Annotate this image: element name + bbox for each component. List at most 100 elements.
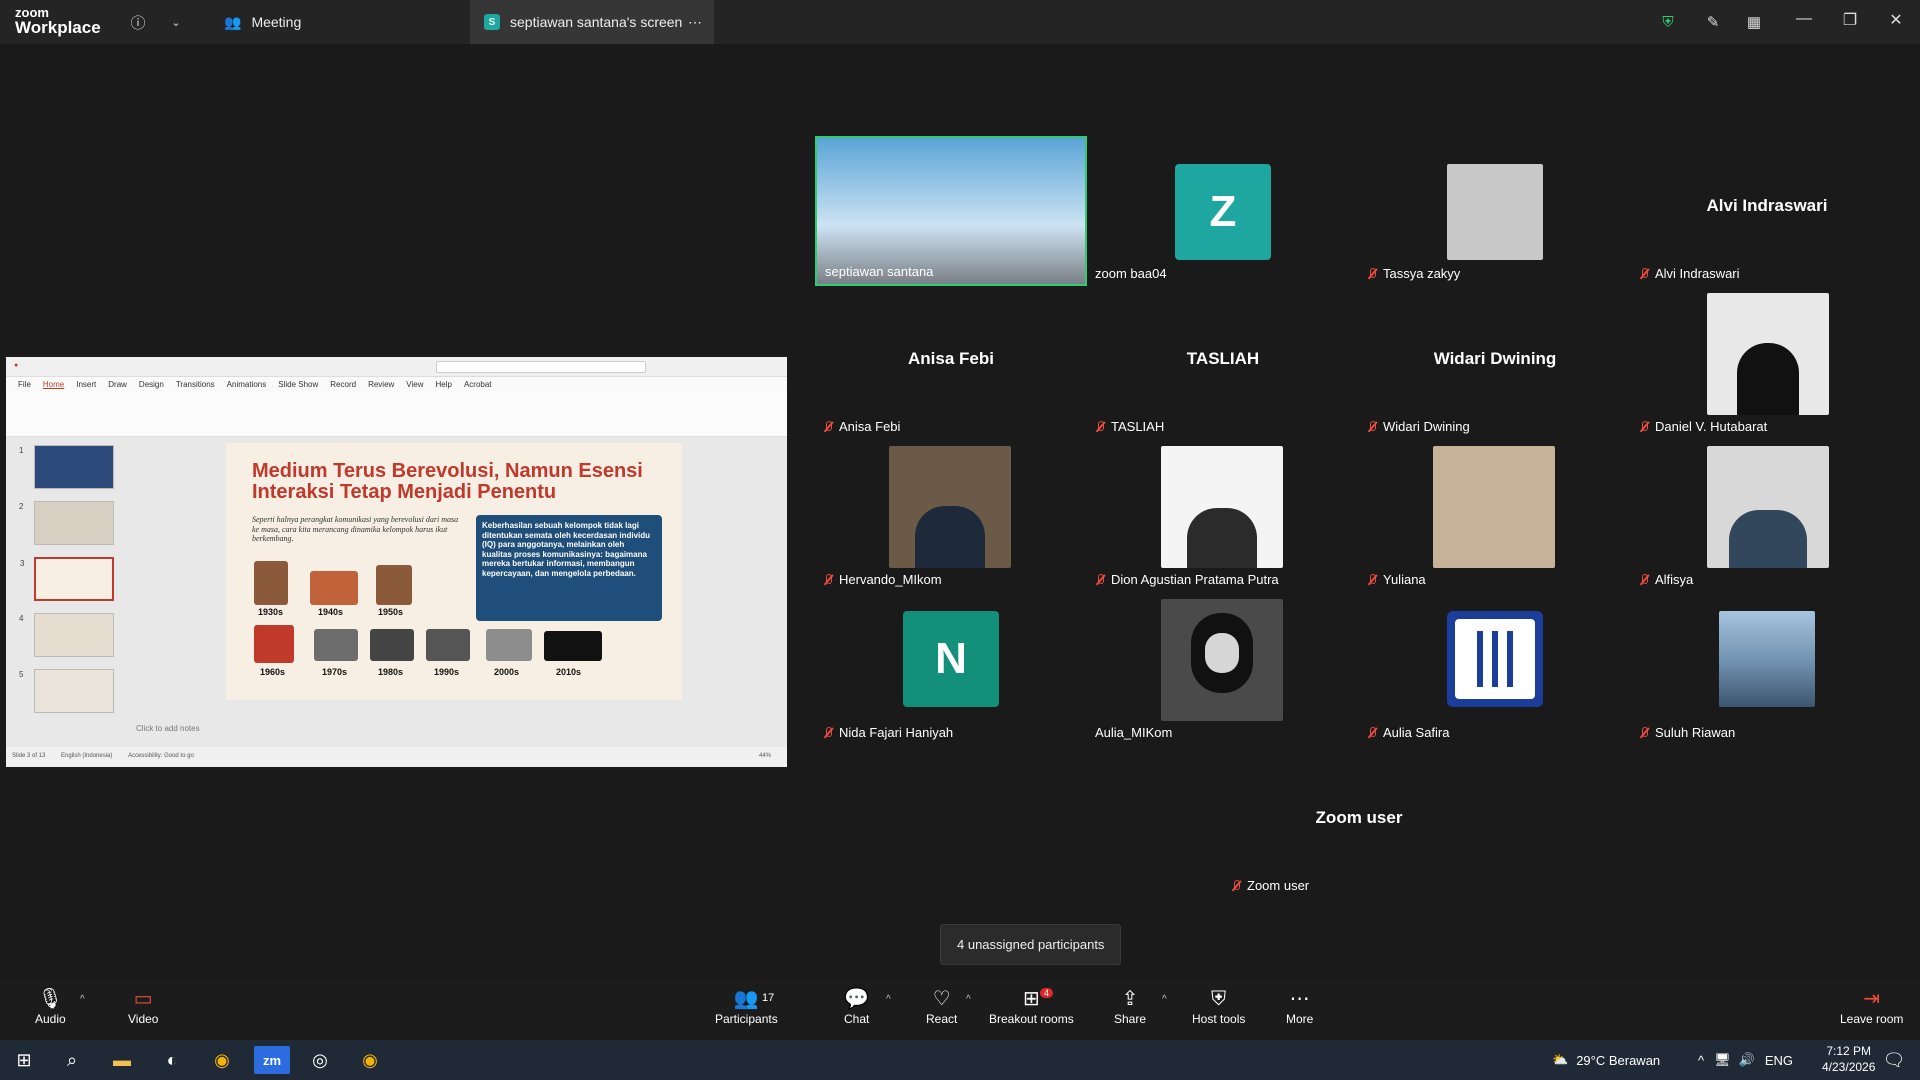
weather-widget[interactable]: ⛅ 29°C Berawan [1552, 1040, 1660, 1080]
tab-shared-screen[interactable]: S septiawan santana's screen ⋯ [470, 0, 714, 44]
menu-insert[interactable]: Insert [76, 380, 96, 389]
breakout-rooms-label: Breakout rooms [989, 1012, 1074, 1026]
close-icon[interactable]: ✕ [1884, 10, 1908, 34]
volume-icon[interactable]: 🔊 [1739, 1052, 1755, 1068]
tray-chevron-icon[interactable]: ^ [1698, 1053, 1704, 1068]
participant-tile[interactable]: Widari Dwining Widari Dwining [1359, 289, 1631, 439]
chat-button[interactable]: 💬 Chat [844, 986, 869, 1026]
participant-tile[interactable]: Z zoom baa04 [1087, 136, 1359, 286]
file-explorer-icon[interactable]: ▬ [108, 1046, 136, 1074]
host-tools-button[interactable]: ⛨ Host tools [1192, 986, 1245, 1026]
decade-label: 1970s [322, 667, 348, 677]
current-slide[interactable]: Medium Terus Berevolusi, Namun Esensi In… [226, 443, 682, 700]
ppt-ribbon [6, 391, 787, 437]
shield-icon[interactable]: ⛨ [1656, 10, 1680, 34]
menu-draw[interactable]: Draw [108, 380, 127, 389]
notifications-icon[interactable]: 🗨 [1880, 1046, 1908, 1074]
menu-help[interactable]: Help [436, 380, 452, 389]
participant-display-name: TASLIAH [1186, 349, 1260, 368]
chat-label: Chat [844, 1012, 870, 1026]
muted-mic-icon [1367, 267, 1377, 280]
participant-tile[interactable]: Aulia_MIKom [1087, 595, 1359, 745]
muted-mic-icon [1639, 726, 1649, 739]
chrome-icon[interactable]: ◉ [208, 1046, 236, 1074]
slide-thumb[interactable]: 4 [19, 613, 114, 657]
search-icon[interactable]: ⌕ [58, 1046, 86, 1074]
audio-button[interactable]: 🎙 Audio [35, 986, 66, 1026]
chevron-down-icon[interactable]: ⌄ [164, 10, 188, 34]
share-options-caret-icon[interactable]: ^ [1162, 994, 1167, 1005]
participant-tile[interactable]: septiawan santana [815, 136, 1087, 286]
more-options-icon[interactable]: ⋯ [688, 14, 702, 31]
muted-mic-icon [1639, 267, 1649, 280]
slide-thumb[interactable]: 2 [19, 501, 114, 545]
participant-tile[interactable]: Zoom user Zoom user [1223, 748, 1495, 898]
menu-animations[interactable]: Animations [227, 380, 267, 389]
participant-tile[interactable]: TASLIAH TASLIAH [1087, 289, 1359, 439]
people-icon: 👥 [224, 13, 242, 30]
share-button[interactable]: ⇪ Share [1114, 986, 1146, 1026]
language-indicator[interactable]: ENG [1765, 1053, 1793, 1068]
chrome-active-icon[interactable]: ◉ [356, 1046, 384, 1074]
menu-acrobat[interactable]: Acrobat [464, 380, 492, 389]
participants-label: Participants [715, 1012, 778, 1026]
participant-tile[interactable]: Daniel V. Hutabarat [1631, 289, 1903, 439]
participant-tile[interactable]: Alfisya [1631, 442, 1903, 592]
participant-photo [1161, 446, 1283, 568]
slide-thumb[interactable]: 5 [19, 669, 114, 713]
menu-file[interactable]: File [18, 380, 31, 389]
menu-slide-show[interactable]: Slide Show [278, 380, 318, 389]
participant-tile[interactable]: N Nida Fajari Haniyah [815, 595, 1087, 745]
clock[interactable]: 7:12 PM 4/23/2026 [1822, 1040, 1875, 1080]
leave-room-button[interactable]: ⇥ Leave room [1840, 986, 1903, 1026]
share-screen-icon: ⇪ [1121, 988, 1139, 1010]
chat-options-caret-icon[interactable]: ^ [886, 994, 891, 1005]
menu-review[interactable]: Review [368, 380, 394, 389]
audio-options-caret-icon[interactable]: ^ [80, 994, 85, 1005]
notes-placeholder[interactable]: Click to add notes [136, 724, 200, 733]
system-tray[interactable]: ^ 🖥 🔊 ENG [1698, 1040, 1793, 1080]
menu-home[interactable]: Home [43, 380, 64, 389]
participant-avatar: Z [1175, 164, 1271, 260]
info-icon[interactable]: ⓘ [126, 10, 150, 34]
minimize-icon[interactable]: — [1792, 10, 1816, 34]
video-off-icon: ▭ [133, 988, 153, 1010]
breakout-rooms-button[interactable]: ⊞ Breakout rooms [989, 986, 1074, 1026]
shared-screen[interactable]: ● File Home Insert Draw Design Transitio… [6, 357, 787, 767]
participant-name: TASLIAH [1111, 419, 1165, 434]
participant-tile[interactable]: Suluh Riawan [1631, 595, 1903, 745]
slide-thumb-selected[interactable]: 3 [20, 557, 114, 601]
network-icon[interactable]: 🖥 [1714, 1052, 1731, 1068]
search-box[interactable] [436, 361, 646, 373]
participant-tile[interactable]: Alvi Indraswari Alvi Indraswari [1631, 136, 1903, 286]
decade-label: 2000s [494, 667, 520, 677]
participant-tile[interactable]: Aulia Safira [1359, 595, 1631, 745]
app-icon[interactable]: ◐ [158, 1046, 186, 1074]
participant-tile[interactable]: Tassya zakyy [1359, 136, 1631, 286]
slide-thumb[interactable]: 1 [19, 445, 114, 489]
menu-design[interactable]: Design [139, 380, 164, 389]
participant-name: Dion Agustian Pratama Putra [1111, 572, 1279, 587]
video-button[interactable]: ▭ Video [128, 986, 158, 1026]
camera-app-icon[interactable]: ◎ [306, 1046, 334, 1074]
participant-tile[interactable]: Yuliana [1359, 442, 1631, 592]
zoom-app-icon[interactable]: zm [254, 1046, 290, 1074]
windows-start-icon[interactable]: ⊞ [10, 1046, 38, 1074]
restore-icon[interactable]: ❐ [1838, 10, 1862, 34]
participant-tile[interactable]: Anisa Febi Anisa Febi [815, 289, 1087, 439]
decade-label: 1960s [260, 667, 286, 677]
participant-tile[interactable]: Hervando_MIkom [815, 442, 1087, 592]
participant-tile[interactable]: Dion Agustian Pratama Putra [1087, 442, 1359, 592]
menu-view[interactable]: View [406, 380, 423, 389]
react-options-caret-icon[interactable]: ^ [966, 994, 971, 1005]
tab-meeting[interactable]: 👥 Meeting [210, 0, 315, 44]
more-button[interactable]: ⋯ More [1286, 986, 1313, 1026]
tv-1960s-icon [254, 625, 294, 663]
view-layout-icon[interactable]: ▦ [1742, 10, 1766, 34]
menu-transitions[interactable]: Transitions [176, 380, 215, 389]
sharer-avatar: S [484, 14, 500, 30]
menu-record[interactable]: Record [330, 380, 356, 389]
participant-name: Hervando_MIkom [839, 572, 942, 587]
pen-icon[interactable]: ✎ [1701, 10, 1725, 34]
react-button[interactable]: ♡ React [926, 986, 957, 1026]
